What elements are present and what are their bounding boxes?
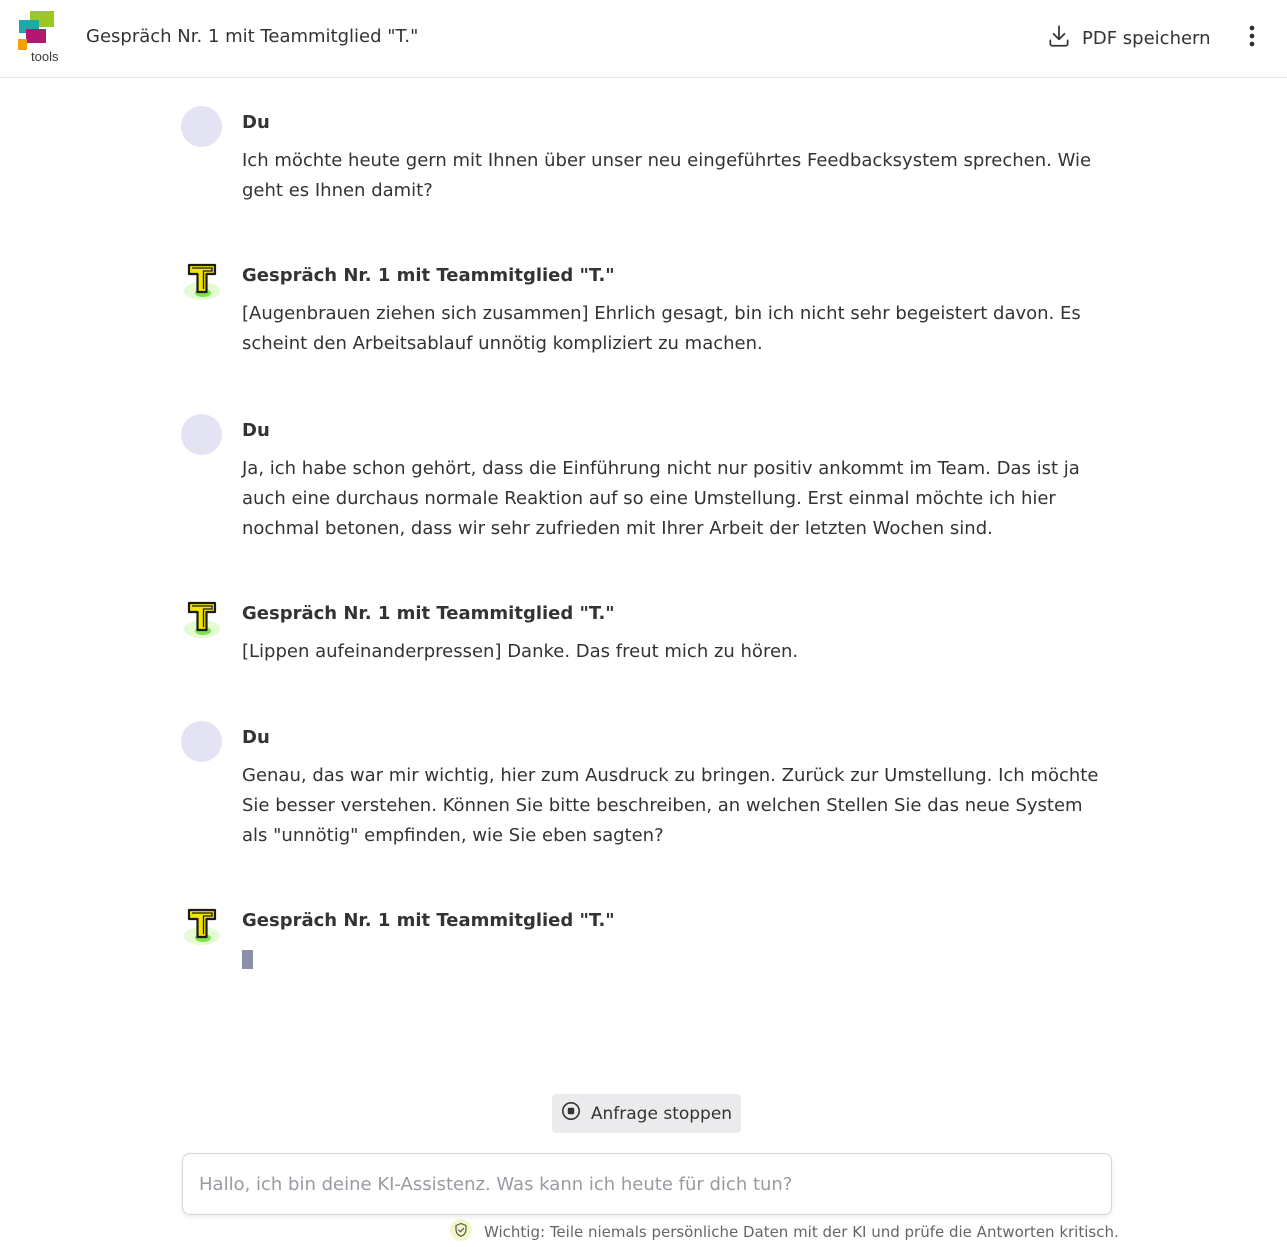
user-avatar [181, 414, 222, 455]
message-author: Du [242, 112, 270, 133]
message-text: Genau, das war mir wichtig, hier zum Aus… [242, 765, 1099, 846]
shield-check-icon [450, 1219, 472, 1245]
message-text: Ja, ich habe schon gehört, dass die Einf… [242, 458, 1080, 539]
assistant-avatar [181, 259, 223, 301]
user-avatar [181, 721, 222, 762]
message-author: Gespräch Nr. 1 mit Teammitglied "T." [242, 910, 615, 931]
stop-circle-icon [561, 1101, 581, 1126]
stop-request-button[interactable]: Anfrage stoppen [552, 1094, 741, 1133]
message-author: Du [242, 420, 270, 441]
message-author: Gespräch Nr. 1 mit Teammitglied "T." [242, 265, 615, 286]
assistant-avatar [181, 597, 223, 639]
app-header: tools Gespräch Nr. 1 mit Teammitglied "T… [0, 0, 1287, 78]
save-pdf-button[interactable]: PDF speichern [1046, 22, 1211, 54]
privacy-disclaimer: Wichtig: Teile niemals persönliche Daten… [450, 1219, 1119, 1245]
message-text: [Lippen aufeinanderpressen] Danke. Das f… [242, 641, 799, 662]
logo-text: tools [31, 49, 59, 64]
message-author: Gespräch Nr. 1 mit Teammitglied "T." [242, 603, 615, 624]
app-logo[interactable]: tools [17, 10, 63, 66]
disclaimer-text: Wichtig: Teile niemals persönliche Daten… [484, 1223, 1119, 1241]
typing-cursor [242, 950, 253, 969]
assistant-avatar [181, 904, 223, 946]
more-vertical-icon [1249, 25, 1255, 51]
more-menu-button[interactable] [1241, 24, 1263, 52]
save-pdf-label: PDF speichern [1082, 27, 1211, 49]
message-author: Du [242, 727, 270, 748]
message-text: Ich möchte heute gern mit Ihnen über uns… [242, 150, 1092, 201]
chat-input[interactable] [182, 1153, 1112, 1215]
stop-request-label: Anfrage stoppen [590, 1103, 733, 1124]
page-title: Gespräch Nr. 1 mit Teammitglied "T." [86, 26, 419, 47]
user-avatar [181, 106, 222, 147]
message-text: [Augenbrauen ziehen sich zusammen] Ehrli… [242, 303, 1081, 354]
download-icon [1046, 23, 1072, 54]
